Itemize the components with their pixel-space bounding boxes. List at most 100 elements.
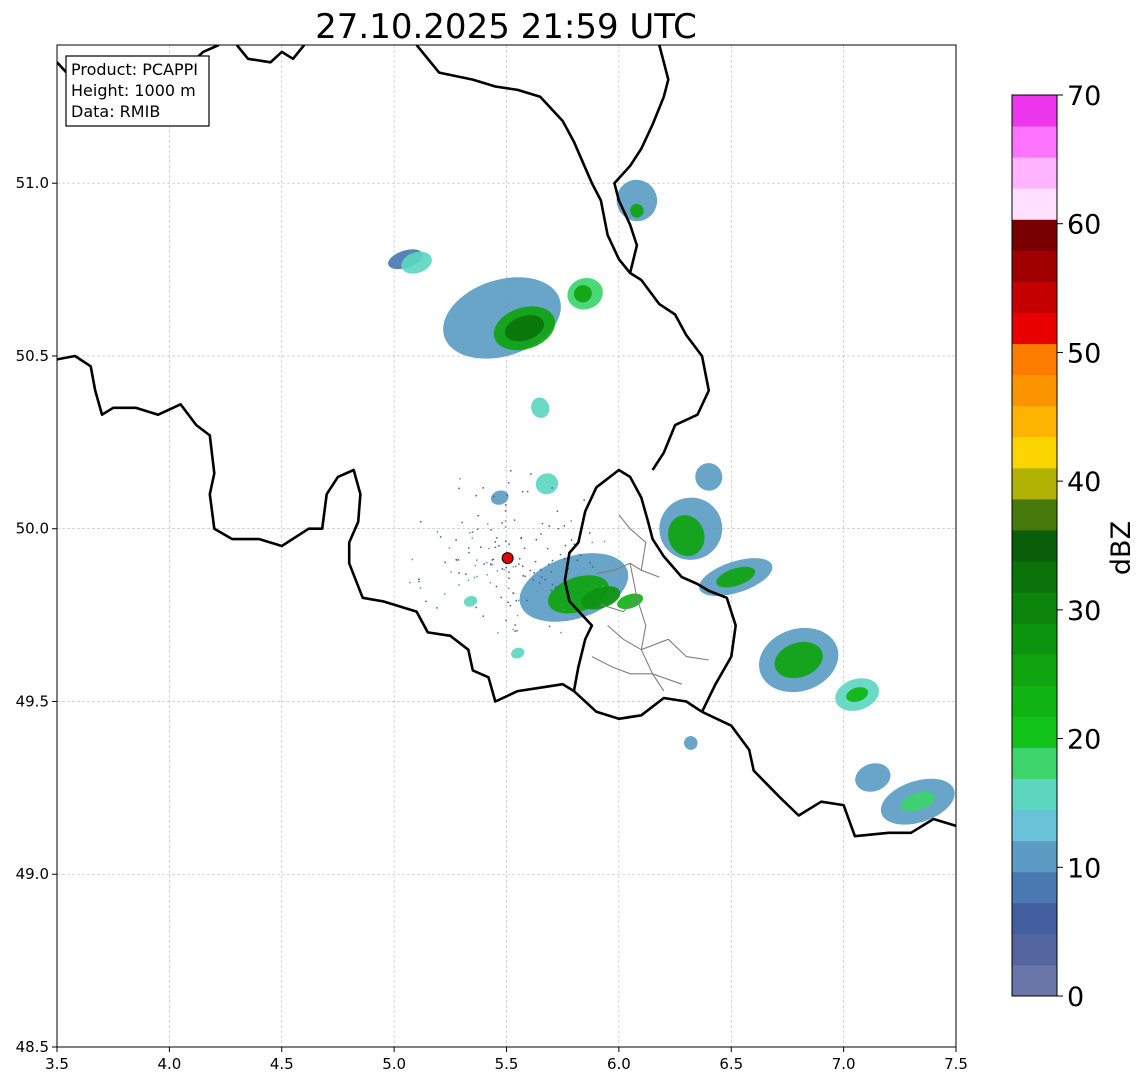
clutter-pixel [508, 577, 510, 580]
clutter-pixel [548, 525, 550, 527]
colorbar-segment [1012, 95, 1057, 127]
colorbar-segment [1012, 933, 1057, 966]
map-plot-area[interactable] [56, 44, 961, 1048]
clutter-pixel [516, 614, 519, 617]
longitude-axis: 3.5 4.0 4.5 5.0 5.5 6.0 6.5 7.0 7.5 [45, 1047, 968, 1073]
clutter-pixel [468, 547, 470, 549]
y-tick-label: 49.0 [16, 865, 49, 883]
colorbar-segment [1012, 219, 1057, 251]
clutter-pixel [550, 571, 552, 573]
colorbar-tick-label: 0 [1067, 982, 1084, 1013]
colorbar-segment [1012, 188, 1057, 220]
clutter-pixel [483, 563, 485, 565]
clutter-pixel [496, 537, 498, 539]
colorbar-segment [1012, 871, 1057, 904]
radar-map-figure: 27.10.2025 21:59 UTC 3.5 4.0 4.5 5.0 5.5 6.0 6… [16, 7, 1137, 1073]
colorbar-segment [1012, 529, 1057, 562]
clutter-pixel [508, 571, 510, 573]
clutter-pixel [546, 547, 549, 550]
clutter-pixel [603, 540, 606, 543]
clutter-pixel [583, 499, 585, 501]
clutter-pixel [515, 565, 517, 568]
clutter-pixel [490, 528, 492, 531]
clutter-pixel [533, 571, 535, 574]
clutter-pixel [576, 559, 578, 562]
colorbar-segment [1012, 778, 1057, 811]
colorbar-segment [1012, 157, 1057, 189]
clutter-pixel [510, 470, 512, 472]
clutter-pixel [505, 504, 507, 506]
clutter-pixel [459, 478, 461, 480]
clutter-pixel [532, 578, 535, 581]
clutter-pixel [514, 630, 516, 632]
x-tick-label: 3.5 [45, 1055, 69, 1073]
clutter-pixel [539, 568, 542, 571]
clutter-pixel [465, 573, 467, 575]
info-height: Height: 1000 m [71, 81, 196, 100]
clutter-pixel [461, 521, 463, 524]
clutter-pixel [455, 558, 458, 561]
clutter-pixel [450, 571, 452, 573]
clutter-pixel [420, 520, 422, 523]
colorbar-tick-label: 10 [1067, 853, 1101, 884]
clutter-pixel [482, 615, 484, 617]
colorbar-segment [1012, 840, 1057, 873]
clutter-pixel [577, 554, 580, 556]
clutter-pixel [555, 586, 557, 588]
clutter-pixel [540, 533, 542, 535]
clutter-pixel [458, 487, 460, 490]
colorbar-segment [1012, 126, 1057, 158]
clutter-pixel [504, 526, 507, 528]
clutter-pixel [580, 554, 582, 556]
clutter-pixel [480, 546, 482, 549]
colorbar-segment [1012, 964, 1057, 997]
clutter-pixel [547, 563, 550, 566]
clutter-pixel [506, 494, 508, 496]
clutter-pixel [541, 587, 543, 590]
clutter-pixel [482, 487, 484, 489]
clutter-pixel [524, 575, 526, 578]
clutter-pixel [513, 519, 516, 521]
clutter-pixel [486, 561, 488, 564]
clutter-pixel [570, 520, 572, 522]
clutter-pixel [501, 522, 503, 524]
clutter-pixel [507, 482, 510, 484]
y-tick-label: 50.5 [16, 347, 49, 365]
colorbar-segment [1012, 747, 1057, 780]
clutter-pixel [509, 604, 512, 607]
clutter-pixel [489, 581, 492, 584]
clutter-pixel [486, 573, 489, 576]
clutter-pixel [443, 593, 446, 595]
clutter-pixel [471, 531, 474, 533]
colorbar-segment [1012, 312, 1057, 345]
clutter-pixel [526, 490, 529, 493]
colorbar-segment [1012, 467, 1057, 500]
colorbar-tick-label: 50 [1067, 338, 1101, 369]
latitude-axis: 48.5 49.0 49.5 50.0 50.5 51.0 [16, 174, 57, 1056]
clutter-pixel [535, 538, 538, 541]
clutter-pixel [475, 559, 478, 562]
clutter-pixel [501, 568, 504, 570]
radar-site-marker[interactable] [501, 552, 514, 565]
clutter-pixel [505, 619, 507, 622]
clutter-pixel [469, 531, 471, 534]
clutter-pixel [436, 607, 438, 609]
clutter-pixel [500, 596, 503, 599]
clutter-pixel [534, 560, 537, 563]
y-tick-label: 49.5 [16, 692, 49, 710]
clutter-pixel [523, 547, 526, 550]
clutter-pixel [529, 569, 532, 572]
clutter-pixel [544, 578, 546, 581]
clutter-pixel [516, 629, 518, 632]
clutter-pixel [455, 539, 457, 541]
clutter-pixel [598, 555, 600, 557]
clutter-pixel [504, 520, 507, 522]
clutter-pixel [491, 563, 494, 566]
clutter-pixel [409, 581, 411, 584]
clutter-pixel [563, 525, 566, 527]
clutter-pixel [588, 532, 591, 534]
clutter-pixel [548, 625, 551, 628]
clutter-pixel [518, 563, 520, 565]
clutter-pixel [589, 561, 591, 564]
clutter-pixel [503, 568, 505, 571]
